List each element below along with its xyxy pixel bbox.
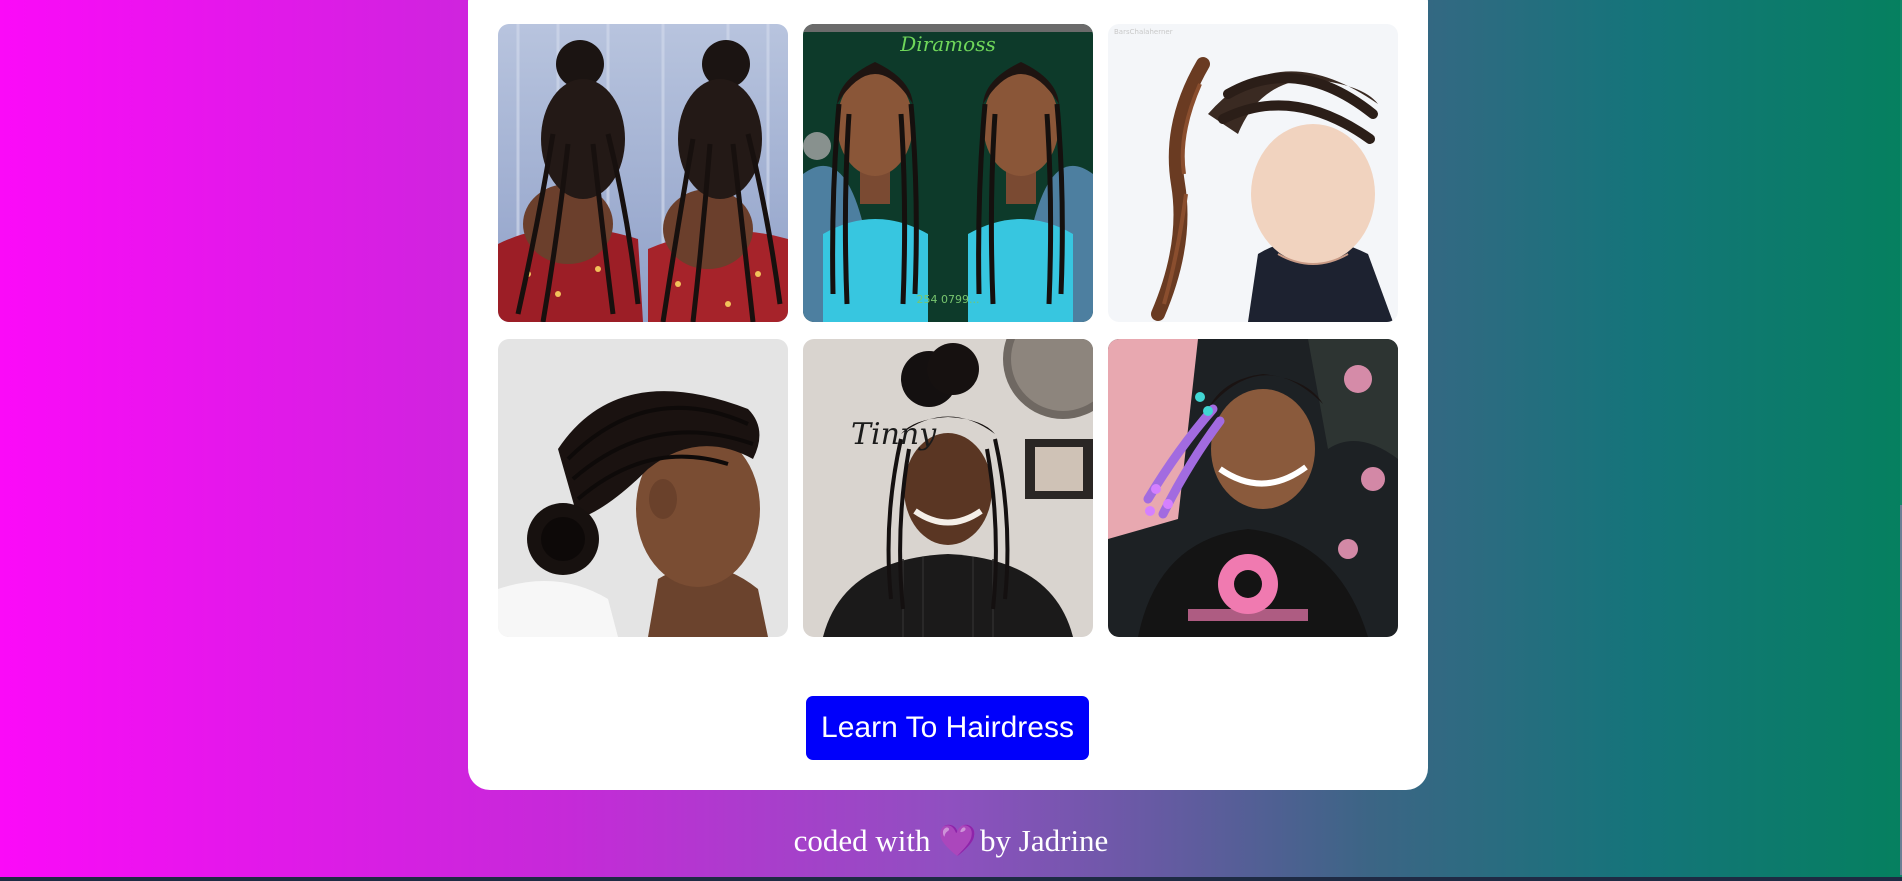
gallery-photo-2[interactable]: Diramoss 254 0799...: [803, 24, 1093, 322]
photo-1-image: [498, 24, 788, 322]
photo-2-brand-watermark: Diramoss: [900, 32, 996, 56]
gallery-photo-6[interactable]: [1108, 339, 1398, 637]
photo-5-signature-watermark: Tinny: [851, 417, 937, 452]
photo-4-image: [498, 339, 788, 637]
photo-3-credit-watermark: BarsChalaherner: [1114, 28, 1173, 36]
gallery-photo-1[interactable]: [498, 24, 788, 322]
photo-3-image: [1108, 24, 1398, 322]
bottom-edge-bar: [0, 877, 1902, 881]
photo-2-phone-watermark: 254 0799...: [916, 293, 980, 306]
footer-credit: coded with 💜 by Jadrine: [0, 822, 1902, 859]
gallery-photo-4[interactable]: [498, 339, 788, 637]
gallery-photo-3[interactable]: BarsChalaherner: [1108, 24, 1398, 322]
gallery-photo-5[interactable]: Tinny: [803, 339, 1093, 637]
braids-gallery: Diramoss 254 0799... BarsChalaherner Tin…: [498, 24, 1398, 637]
learn-to-hairdress-button[interactable]: Learn To Hairdress: [806, 696, 1089, 760]
photo-2-image: [803, 24, 1093, 322]
footer-prefix: coded with: [793, 823, 931, 858]
footer-author: by Jadrine: [980, 823, 1109, 858]
photo-6-image: [1108, 339, 1398, 637]
purple-heart-icon: 💜: [938, 823, 977, 858]
photo-5-image: [803, 339, 1093, 637]
